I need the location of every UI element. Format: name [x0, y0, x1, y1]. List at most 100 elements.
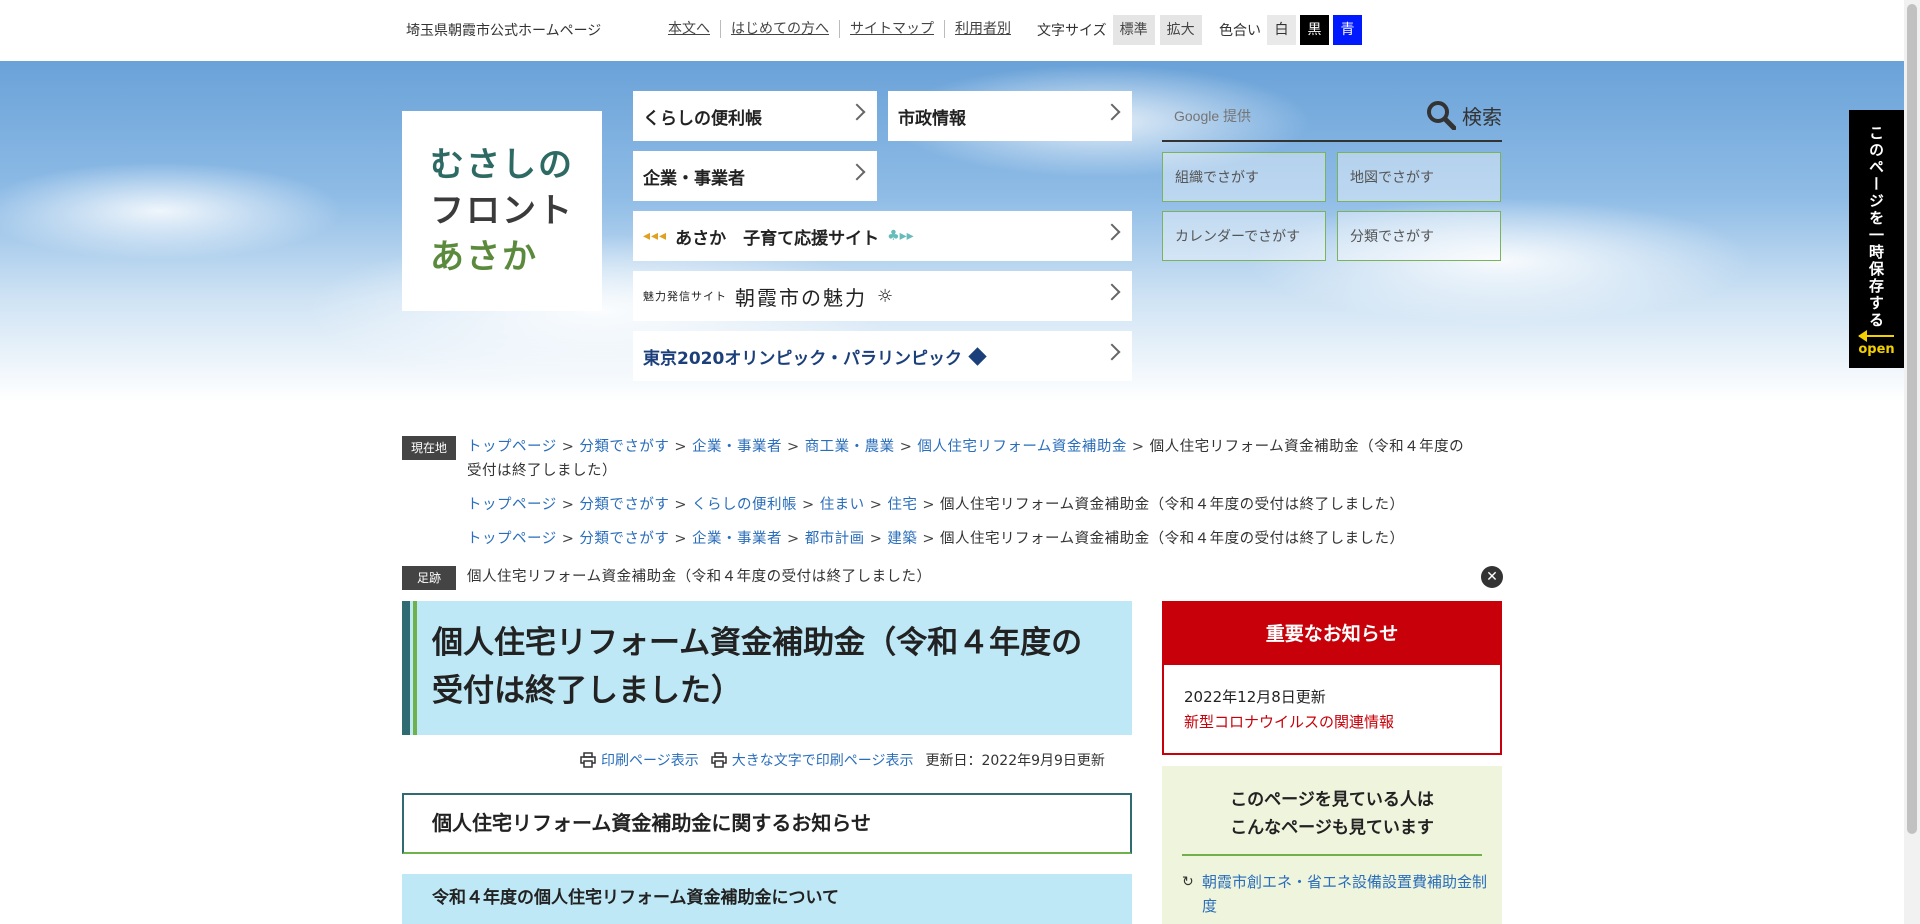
utility-links: 本文へ はじめての方へ サイトマップ 利用者別 — [668, 20, 1021, 38]
color-blue-button[interactable]: 青 — [1333, 15, 1362, 45]
site-name: 埼玉県朝霞市公式ホームページ — [406, 23, 602, 39]
find-by-map-button[interactable]: 地図でさがす — [1337, 152, 1501, 202]
search-input[interactable] — [1162, 96, 1382, 136]
page-title: 個人住宅リフォーム資金補助金（令和４年度の受付は終了しました） — [432, 625, 1083, 709]
font-large-button[interactable]: 拡大 — [1159, 15, 1202, 45]
nav-olympic-label: 東京2020オリンピック・パラリンピック — [643, 348, 962, 369]
nav-charm-label: 朝霞市の魅力 — [735, 285, 867, 310]
color-label: 色合い — [1219, 23, 1261, 39]
scrollbar-thumb[interactable] — [1907, 4, 1917, 834]
mascot-icon: ☼ — [877, 285, 896, 307]
also-viewed-link-label: 朝霞市創エネ・省エネ設備設置費補助金制度 — [1202, 873, 1488, 915]
nav-kigyo-label: 企業・事業者 — [643, 168, 745, 189]
breadcrumb-link[interactable]: トップページ — [467, 497, 557, 513]
find-by-category-button[interactable]: 分類でさがす — [1337, 211, 1501, 261]
breadcrumb: トップページ > 分類でさがす > 企業・事業者 > 都市計画 > 建築 > 個人住宅リフォーム資金… — [467, 531, 1405, 547]
breadcrumb-link[interactable]: トップページ — [467, 439, 557, 455]
save-page-open-label: open — [1858, 342, 1895, 357]
nav-kurashi[interactable]: くらしの便利帳 — [633, 91, 877, 141]
find-by-organization-button[interactable]: 組織でさがす — [1162, 152, 1326, 202]
pennant-icon: ◂◂◂ — [643, 228, 668, 244]
nav-olympic-banner[interactable]: 東京2020オリンピック・パラリンピック — [633, 331, 1132, 381]
breadcrumb: トップページ > 分類でさがす > 企業・事業者 > 商工業・農業 > 個人住宅リフォーム資金補… — [467, 439, 1465, 479]
printer-icon — [710, 752, 727, 768]
breadcrumb-link[interactable]: 企業・事業者 — [692, 439, 782, 455]
chevron-right-icon — [1103, 343, 1121, 361]
site-logo[interactable]: むさしの フロント あさか — [402, 111, 602, 311]
find-by-calendar-button[interactable]: カレンダーでさがす — [1162, 211, 1326, 261]
chevron-right-icon — [848, 163, 866, 181]
notice-link[interactable]: 新型コロナウイルスの関連情報 — [1184, 711, 1394, 732]
color-white-button[interactable]: 白 — [1267, 15, 1296, 45]
breadcrumb-link[interactable]: 建築 — [887, 531, 917, 547]
font-size-label: 文字サイズ — [1037, 23, 1107, 39]
print-page-link[interactable]: 印刷ページ表示 — [580, 750, 699, 770]
also-viewed-link[interactable]: ↻ 朝霞市創エネ・省エネ設備設置費補助金制度 — [1182, 870, 1487, 918]
breadcrumb-link[interactable]: トップページ — [467, 531, 557, 547]
save-page-tab[interactable]: このページを一時保存する open — [1849, 110, 1904, 368]
color-controls: 色合い 白 黒 青 — [1219, 15, 1366, 45]
nav-kosodate-label: あさか 子育て応援サイト — [675, 228, 880, 249]
also-viewed-title: このページを見ている人は こんなページも見ています — [1182, 786, 1482, 856]
arrow-left-icon — [1858, 330, 1894, 342]
chevron-right-icon — [1103, 283, 1121, 301]
breadcrumb-link[interactable]: 分類でさがす — [579, 497, 669, 513]
font-size-controls: 文字サイズ 標準 拡大 — [1037, 15, 1207, 45]
close-icon[interactable]: ✕ — [1481, 566, 1503, 588]
important-notice-box: 重要なお知らせ 2022年12月8日更新 新型コロナウイルスの関連情報 — [1162, 601, 1502, 755]
breadcrumb-link[interactable]: 企業・事業者 — [692, 531, 782, 547]
breadcrumb-link[interactable]: 都市計画 — [805, 531, 865, 547]
breadcrumb-link[interactable]: くらしの便利帳 — [692, 497, 797, 513]
breadcrumb-link[interactable]: 分類でさがす — [579, 439, 669, 455]
also-viewed-box: このページを見ている人は こんなページも見ています ↻ 朝霞市創エネ・省エネ設備… — [1162, 766, 1502, 924]
also-viewed-title-line-2: こんなページも見ています — [1230, 818, 1434, 838]
print-large-link[interactable]: 大きな文字で印刷ページ表示 — [710, 750, 914, 770]
history-label: 足跡 — [402, 566, 456, 590]
updated-date: 更新日：2022年9月9日更新 — [925, 753, 1105, 769]
chevron-right-icon — [1103, 223, 1121, 241]
breadcrumb-link[interactable]: 住宅 — [887, 497, 917, 513]
notice-date: 2022年12月8日更新 — [1184, 688, 1326, 706]
breadcrumb-link[interactable]: 個人住宅リフォーム資金補助金 — [917, 439, 1127, 455]
sitemap-link[interactable]: サイトマップ — [839, 20, 944, 38]
breadcrumb-link[interactable]: 商工業・農業 — [805, 439, 895, 455]
logo-line-1: むさしの — [430, 145, 574, 185]
nav-kosodate-banner[interactable]: ◂◂◂ あさか 子育て応援サイト ♣▸▸ — [633, 211, 1132, 261]
search-button[interactable]: 検索 — [1426, 100, 1502, 130]
search-button-label: 検索 — [1462, 104, 1502, 129]
search-icon — [1427, 101, 1456, 130]
page-scrollbar[interactable] — [1904, 0, 1920, 924]
print-large-label: 大きな文字で印刷ページ表示 — [731, 753, 914, 769]
history-item[interactable]: 個人住宅リフォーム資金補助金（令和４年度の受付は終了しました） — [467, 565, 932, 589]
page-title-box: 個人住宅リフォーム資金補助金（令和４年度の受付は終了しました） — [402, 601, 1132, 735]
nav-shisei[interactable]: 市政情報 — [888, 91, 1132, 141]
breadcrumb-current: 個人住宅リフォーム資金補助金（令和４年度の受付は終了しました） — [940, 531, 1405, 547]
refresh-icon: ↻ — [1182, 874, 1194, 890]
breadcrumb-link[interactable]: 住まい — [820, 497, 865, 513]
chevron-right-icon — [848, 103, 866, 121]
nav-kigyo[interactable]: 企業・事業者 — [633, 151, 877, 201]
section-heading: 個人住宅リフォーム資金補助金に関するお知らせ — [402, 793, 1132, 854]
breadcrumb: トップページ > 分類でさがす > くらしの便利帳 > 住まい > 住宅 > 個人住宅リフォーム資金… — [467, 497, 1405, 513]
search-box: 検索 — [1162, 92, 1502, 142]
breadcrumb-link[interactable]: 分類でさがす — [579, 531, 669, 547]
tree-icon: ♣▸▸ — [887, 228, 914, 244]
first-time-link[interactable]: はじめての方へ — [720, 20, 839, 38]
subsection-heading: 令和４年度の個人住宅リフォーム資金補助金について — [402, 874, 1132, 924]
chevron-right-icon — [1103, 103, 1121, 121]
current-location-label: 現在地 — [402, 436, 456, 460]
nav-kurashi-label: くらしの便利帳 — [643, 108, 762, 129]
nav-charm-banner[interactable]: 魅力発信サイト 朝霞市の魅力 ☼ — [633, 271, 1132, 321]
olympic-emblem-icon — [968, 346, 987, 366]
printer-icon — [580, 752, 596, 768]
by-user-link[interactable]: 利用者別 — [944, 20, 1021, 38]
skip-to-content-link[interactable]: 本文へ — [668, 20, 720, 38]
print-page-label: 印刷ページ表示 — [601, 753, 699, 769]
page-tools: 印刷ページ表示 大きな文字で印刷ページ表示 更新日：2022年9月9日更新 — [580, 750, 1105, 770]
also-viewed-title-line-1: このページを見ている人は — [1230, 790, 1434, 810]
color-black-button[interactable]: 黒 — [1300, 15, 1329, 45]
nav-shisei-label: 市政情報 — [898, 108, 966, 129]
font-standard-button[interactable]: 標準 — [1112, 15, 1155, 45]
save-page-tab-label: このページを一時保存する — [1867, 125, 1885, 329]
logo-line-2: フロント — [430, 191, 574, 231]
